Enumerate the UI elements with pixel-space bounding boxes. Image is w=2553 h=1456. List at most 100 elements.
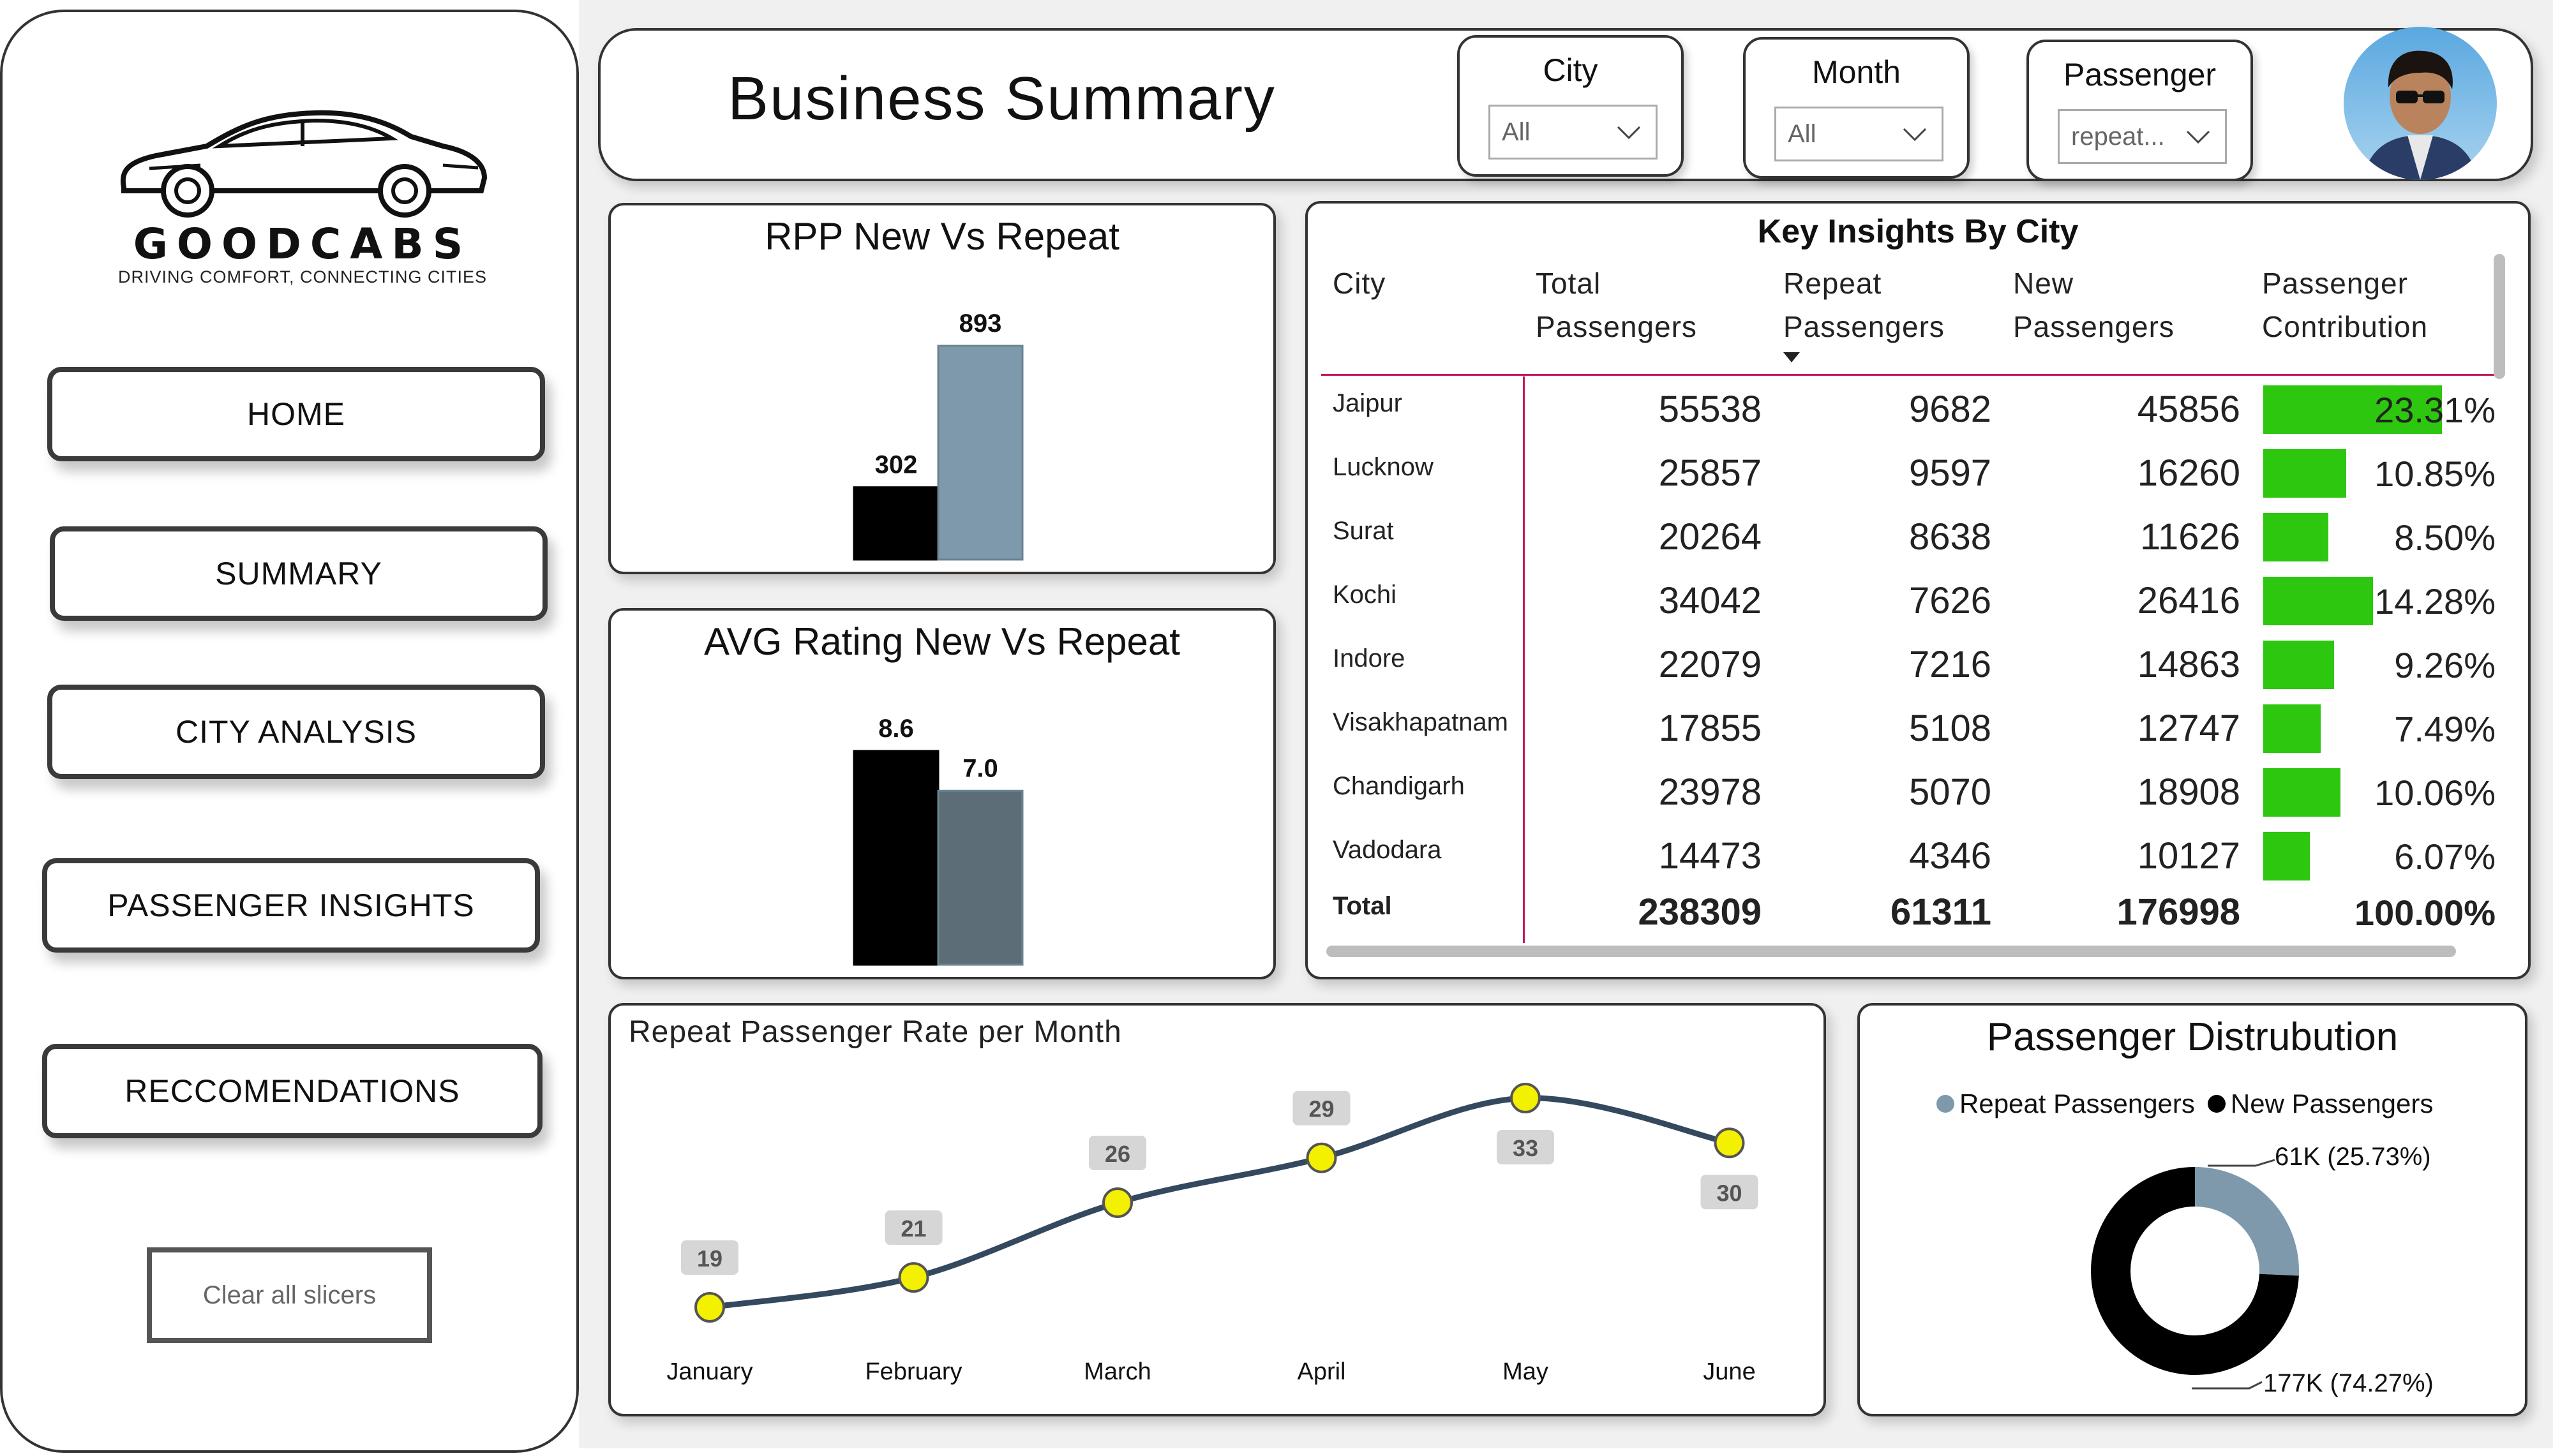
table-cell-total: 34042 [1658,580,1762,621]
col-header-total-line2: Passengers [1536,310,1697,343]
table-cell-new: 11626 [2140,516,2240,558]
city-slicer-label: City [1543,52,1598,88]
data-point[interactable] [1510,1083,1541,1113]
table-cell-new: 18908 [2137,771,2240,813]
repeat-rate-card: Repeat Passenger Rate per Month 19 Januar… [608,1003,1826,1416]
table-total-total: 238309 [1638,891,1762,933]
data-label: 21 [901,1215,926,1242]
chevron-down-icon [1903,128,1927,142]
rpp-card: RPP New Vs Repeat 302 893 [608,203,1276,574]
table-cell-new: 12747 [2137,708,2240,749]
table-total-new: 176998 [2116,891,2240,933]
table-cell-contribution: 8.50% [2394,517,2496,558]
col-header-contrib-line1: Passenger [2262,267,2408,300]
data-label: 33 [1513,1135,1538,1161]
col-header-city[interactable]: City [1333,262,1386,305]
table-cell-new: 16260 [2137,452,2240,494]
data-point[interactable] [898,1262,929,1293]
table-cell-new: 14863 [2137,644,2240,685]
table-cell-contribution: 14.28% [2374,581,2496,621]
chevron-down-icon [2186,130,2210,144]
city-slicer: City All [1457,35,1684,177]
rpp-bar-1[interactable] [937,345,1024,561]
header-divider [1321,374,2496,376]
rating-card: AVG Rating New Vs Repeat 8.6 7.0 [608,608,1276,979]
x-tick-label: May [1502,1358,1548,1385]
data-label: 19 [697,1245,722,1272]
nav-recommendations-button[interactable]: RECCOMENDATIONS [42,1044,543,1138]
month-slicer: Month All [1743,37,1970,179]
rpp-data-label-1: 893 [959,309,1002,338]
table-cell-total: 20264 [1658,516,1762,558]
distribution-donut: 61K (25.73%) 177K (74.27%) [2091,1143,2434,1397]
rpp-chart: 302 893 [853,309,1024,561]
data-label: 26 [1105,1141,1130,1167]
month-slicer-label: Month [1812,54,1901,90]
col-header-repeat-line1: Repeat [1783,267,1882,300]
repeat-rate-line [709,1095,1730,1311]
table-cell-city: Jaipur [1333,389,1402,417]
rating-bar-0[interactable] [853,750,940,966]
column-divider [1523,376,1525,943]
car-icon [120,110,488,218]
passenger-dropdown-value: repeat... [2071,122,2165,151]
col-header-total-line1: Total [1536,267,1601,300]
x-tick-label: February [865,1358,962,1385]
rating-data-label-0: 8.6 [878,715,914,743]
brand-name: GOODCABS [133,219,472,269]
avatar[interactable] [2344,27,2497,180]
rating-bar-1[interactable] [937,789,1024,966]
table-cell-contribution: 6.07% [2394,836,2496,877]
table-total-repeat: 61311 [1890,891,1991,933]
table-cell-city: Indore [1333,644,1405,672]
table-cell-repeat: 5070 [1908,771,1991,813]
passenger-dropdown[interactable]: repeat... [2058,109,2227,164]
table-cell-total: 55538 [1658,389,1762,430]
repeat-rate-chart: 19 January 21 February 26 March 29 April 33 May 30… [666,1083,1758,1385]
nav-city-analysis-button[interactable]: CITY ANALYSIS [47,685,545,779]
table-total-label: Total [1333,892,1392,920]
rpp-bar-0[interactable] [853,486,940,561]
table-cell-repeat: 7216 [1908,644,1991,685]
table-cell-contribution: 7.49% [2394,709,2496,749]
month-dropdown[interactable]: All [1774,107,1943,161]
table-cell-repeat: 8638 [1908,516,1991,558]
nav-passenger-insights-button[interactable]: PASSENGER INSIGHTS [42,858,540,953]
col-header-repeat-line2: Passengers [1783,310,1945,343]
donut-label-new: 177K (74.27%) [2263,1369,2434,1397]
table-cell-total: 14473 [1658,835,1762,877]
city-dropdown-value: All [1502,117,1531,146]
x-tick-label: March [1084,1358,1151,1385]
data-point[interactable] [694,1292,725,1323]
table-cell-contribution: 9.26% [2394,645,2496,685]
table-cell-total: 25857 [1658,452,1762,494]
data-point[interactable] [1306,1142,1337,1173]
passenger-slicer-label: Passenger [2063,57,2217,93]
col-header-contrib[interactable]: Passenger Contribution [2262,262,2428,348]
nav-summary-button[interactable]: SUMMARY [50,526,548,621]
table-title: Key Insights By City [1757,213,2079,250]
data-label: 29 [1308,1096,1334,1122]
table-cell-total: 17855 [1658,708,1762,749]
rpp-data-label-0: 302 [875,451,918,479]
city-dropdown[interactable]: All [1488,105,1658,160]
rating-chart: 8.6 7.0 [853,715,1024,966]
distribution-card: Passenger Distrubution Repeat Passengers… [1857,1003,2527,1416]
col-header-total[interactable]: Total Passengers [1536,262,1697,348]
donut-label-repeat: 61K (25.73%) [2275,1143,2431,1171]
goodcabs-logo [111,101,494,223]
sort-desc-icon [1783,352,1800,362]
data-point[interactable] [1102,1187,1133,1218]
brand-tagline: DRIVING COMFORT, CONNECTING CITIES [117,267,488,286]
table-cell-city: Visakhapatnam [1333,708,1508,736]
col-header-repeat[interactable]: Repeat Passengers [1783,262,1945,348]
data-point[interactable] [1714,1127,1745,1159]
clear-slicers-button[interactable]: Clear all slicers [147,1247,432,1343]
col-header-new[interactable]: New Passengers [2013,262,2175,348]
table-cell-city: Kochi [1333,581,1397,609]
scrollbar-horizontal[interactable] [1326,946,2456,957]
scrollbar-vertical[interactable] [2494,254,2505,379]
table-cell-contribution: 10.85% [2374,454,2496,494]
leader-line [2192,1381,2263,1390]
nav-home-button[interactable]: HOME [47,367,545,461]
